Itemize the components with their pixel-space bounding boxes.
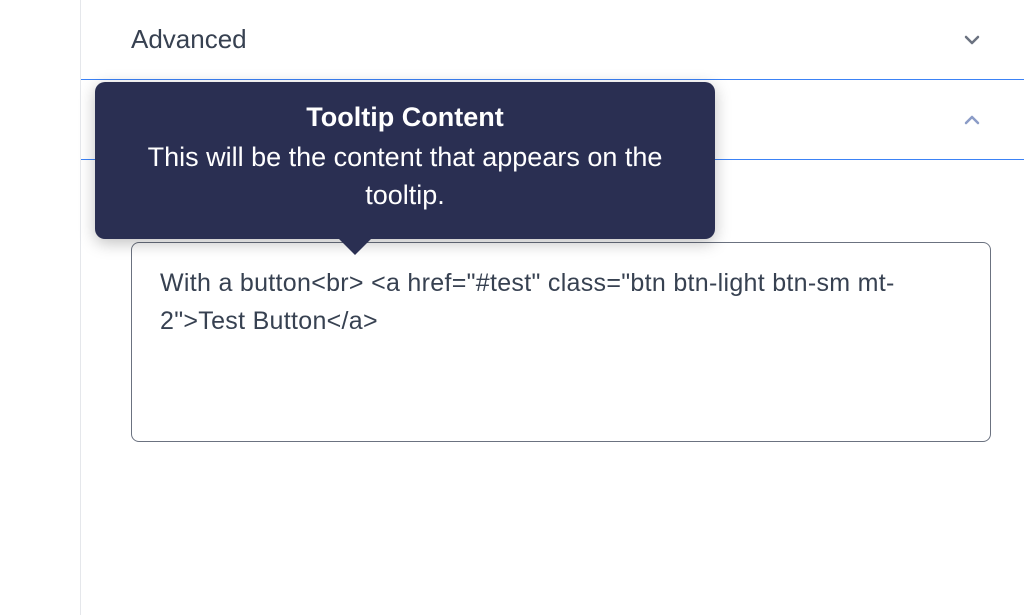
tooltip-popup-body: This will be the content that appears on… xyxy=(125,139,685,215)
chevron-up-icon xyxy=(960,108,984,132)
chevron-down-icon xyxy=(960,28,984,52)
tooltip-content-textarea[interactable] xyxy=(131,242,991,442)
accordion-advanced-title: Advanced xyxy=(131,24,247,55)
tooltip-popup-title: Tooltip Content xyxy=(125,102,685,133)
accordion-advanced[interactable]: Advanced xyxy=(81,0,1024,80)
tooltip-popup: Tooltip Content This will be the content… xyxy=(95,82,715,239)
